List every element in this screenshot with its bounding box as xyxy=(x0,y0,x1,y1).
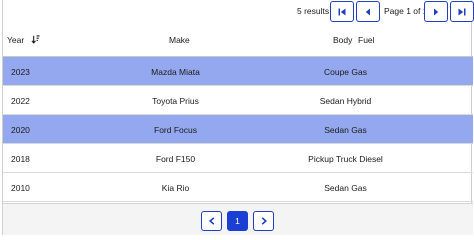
bottom-pagination-bar: 1 xyxy=(3,203,473,235)
cell-fuel: Hybrid xyxy=(346,96,372,106)
cell-body-fuel: Sedan Gas xyxy=(253,183,438,193)
page-1-button[interactable]: 1 xyxy=(227,211,248,231)
column-header-year[interactable]: Year xyxy=(7,35,40,45)
cell-body: Sedan xyxy=(319,96,345,106)
table-row[interactable]: 2018 Ford F150 Pickup Truck Diesel xyxy=(3,144,473,173)
cell-body: Coupe xyxy=(323,67,350,77)
first-page-button[interactable] xyxy=(330,1,354,22)
sort-descending-icon[interactable] xyxy=(31,35,40,44)
previous-page-button[interactable] xyxy=(356,1,380,22)
table-header: Year Make Body Fuel xyxy=(3,24,473,57)
cell-body-fuel: Pickup Truck Diesel xyxy=(253,154,438,164)
next-page-button-bottom[interactable] xyxy=(253,211,274,231)
cell-body-fuel: Sedan Hybrid xyxy=(253,96,438,106)
table-row[interactable]: 2010 Kia Rio Sedan Gas xyxy=(3,173,473,202)
next-page-icon xyxy=(434,8,439,15)
table-row[interactable]: 2023 Mazda Miata Coupe Gas xyxy=(3,57,473,86)
top-pagination-bar: 5 results Page 1 of 1 xyxy=(3,0,474,24)
cell-body: Sedan xyxy=(324,183,349,193)
column-header-make[interactable]: Make xyxy=(169,35,190,45)
previous-page-icon xyxy=(365,8,370,15)
cell-body: Pickup Truck xyxy=(308,154,357,164)
cell-body-fuel: Coupe Gas xyxy=(253,67,438,77)
column-header-body[interactable]: Body xyxy=(333,35,352,45)
next-page-button[interactable] xyxy=(424,1,448,22)
table-row[interactable]: 2020 Ford Focus Sedan Gas xyxy=(3,115,473,144)
first-page-icon xyxy=(338,8,346,15)
results-count: 5 results xyxy=(297,6,330,16)
previous-page-icon xyxy=(208,217,214,225)
last-page-icon xyxy=(458,8,466,15)
table-row[interactable]: 2022 Toyota Prius Sedan Hybrid xyxy=(3,86,473,115)
next-page-icon xyxy=(261,217,267,225)
cell-body: Sedan xyxy=(324,125,349,135)
cell-fuel: Gas xyxy=(351,125,367,135)
previous-page-button-bottom[interactable] xyxy=(201,211,222,231)
cell-fuel: Gas xyxy=(351,67,368,77)
last-page-button[interactable] xyxy=(450,1,474,22)
data-table-panel: 5 results Page 1 of 1 Year Make Body Fue… xyxy=(2,0,474,235)
cell-fuel: Gas xyxy=(351,183,367,193)
cell-body-fuel: Sedan Gas xyxy=(253,125,438,135)
page-indicator: Page 1 of 1 xyxy=(384,6,428,16)
cell-fuel: Diesel xyxy=(359,154,383,164)
column-header-fuel[interactable]: Fuel xyxy=(358,35,375,45)
